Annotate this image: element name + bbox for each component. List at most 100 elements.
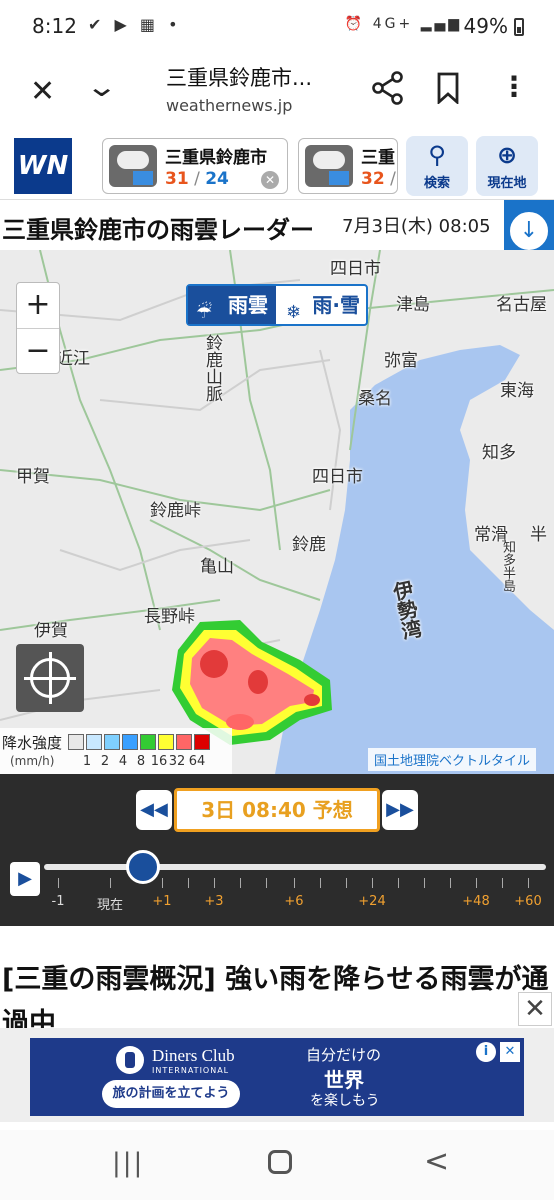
crosshair-icon: ⊕ [496, 141, 518, 169]
heading-text: 三重県鈴鹿市の雨雲レーダー [2, 216, 314, 244]
next-time-button[interactable]: ▶▶ [382, 790, 418, 830]
rain-layer-label: 雨雲 [228, 293, 268, 317]
timeline-label: +24 [358, 894, 386, 909]
timeline-tick [240, 878, 241, 888]
rain-snow-layer-button[interactable]: ❄ 雨·雪 [278, 286, 366, 324]
location-temp: 31 / 24 [165, 169, 229, 189]
zoom-out-button[interactable]: − [17, 329, 59, 375]
battery-level: 49% [463, 14, 508, 38]
location-name: 三重県鈴鹿市 [165, 148, 267, 168]
legend-value: 4 [118, 754, 128, 769]
timeline-tick [502, 878, 503, 888]
share-icon[interactable] [370, 70, 406, 106]
status-time: 8:12 [32, 14, 77, 38]
timeline-track[interactable] [44, 864, 546, 870]
location-card-suzuka[interactable]: 三重県鈴鹿市 31 / 24 ✕ [102, 138, 288, 194]
map-label: 鈴鹿峠 [150, 501, 201, 521]
bookmark-icon[interactable] [436, 72, 460, 104]
timeline-label: -1 [51, 894, 65, 909]
legend-value: 1 [82, 754, 92, 769]
ad-info-icon[interactable]: i [476, 1042, 496, 1062]
map-label: 半 [530, 525, 547, 545]
timeline-tick [110, 878, 111, 888]
search-icon: ⚲ [428, 141, 446, 169]
timeline-tick [294, 878, 295, 888]
timeline-tick [450, 878, 451, 888]
play-button[interactable]: ▶ [10, 862, 40, 896]
home-icon[interactable] [268, 1150, 292, 1174]
ad-cta-button[interactable]: 旅の計画を立てよう [102, 1080, 240, 1108]
rain-layer-button[interactable]: ☔ 雨雲 [188, 286, 276, 324]
ad-brand-sub: INTERNATIONAL [152, 1066, 230, 1075]
diners-logo-icon [116, 1046, 144, 1074]
map-label: 伊賀 [34, 621, 68, 641]
legend-title: 降水強度 [2, 734, 63, 752]
locate-button[interactable] [16, 644, 84, 712]
search-label: 検索 [423, 176, 450, 191]
rain-cloud-icon [109, 145, 157, 187]
battery-icon [514, 18, 524, 36]
layer-toggle: ☔ 雨雲 ❄ 雨·雪 [186, 284, 368, 326]
remove-location-icon[interactable]: ✕ [261, 171, 279, 189]
map-label: 弥富 [384, 351, 418, 371]
previous-time-button[interactable]: ◀◀ [136, 790, 172, 830]
map-label: 四日市 [330, 259, 381, 279]
map-label: 長野峠 [144, 607, 195, 627]
banner-ad[interactable]: Diners Club INTERNATIONAL 旅の計画を立てよう 自分だけ… [30, 1038, 524, 1116]
more-menu-icon[interactable]: ⋮ [500, 70, 528, 103]
timeline-label: +3 [204, 894, 224, 909]
zoom-in-button[interactable]: + [17, 283, 59, 329]
back-icon[interactable]: < [424, 1144, 449, 1179]
weathernews-logo[interactable]: WN [14, 138, 72, 194]
timeline-tick [424, 878, 425, 888]
close-icon[interactable]: ✕ [30, 74, 55, 109]
chevron-down-icon[interactable]: ⌄ [85, 70, 118, 103]
legend-swatch [122, 734, 138, 750]
ad-line3: を楽しもう [310, 1093, 380, 1109]
status-bar: 8:12 ✔ ▶ ▦ • ⏰ 4G+ ▂▄▆ 49% [0, 0, 554, 56]
temp-low: 24 [205, 169, 229, 189]
ad-line1: 自分だけの [306, 1046, 382, 1064]
temp-high: 31 [165, 169, 189, 189]
current-location-button[interactable]: ⊕ 現在地 [476, 136, 538, 196]
map-label: 鈴鹿山脈 [202, 334, 222, 402]
legend-swatch [104, 734, 120, 750]
map-label: 桑名 [358, 389, 392, 409]
legend-swatch [86, 734, 102, 750]
timeline-tick [188, 878, 189, 888]
site-header: WN 三重県鈴鹿市 31 / 24 ✕ 三重 32 / ⚲ 検索 ⊕ 現在地 [0, 132, 554, 200]
location-name: 三重 [361, 148, 395, 168]
map-label: 知多半島 [500, 540, 515, 592]
article-preview[interactable]: [三重の雨雲概況] 強い雨を降らせる雨雲が通過中 [0, 950, 554, 1039]
search-button[interactable]: ⚲ 検索 [406, 136, 468, 196]
timeline-tick [372, 878, 373, 888]
legend-value: 8 [136, 754, 146, 769]
arrow-down-icon: ↓ [510, 212, 548, 250]
legend-value: 16 [150, 754, 168, 769]
rain-cloud-icon [305, 145, 353, 187]
browser-toolbar: ✕ ⌄ 三重県鈴鹿市... weathernews.jp ⋮ [0, 56, 554, 128]
timeline-tick [58, 878, 59, 888]
temp-high: 32 [361, 169, 385, 189]
timeline-tick [346, 878, 347, 888]
timeline-tick [398, 878, 399, 888]
map-label: 知多 [482, 443, 516, 463]
recents-icon[interactable]: ||| [112, 1148, 144, 1178]
ad-close-icon[interactable]: ✕ [500, 1042, 520, 1062]
notification-icons: ✔ ▶ ▦ • [88, 15, 182, 34]
map-credit[interactable]: 国土地理院ベクトルタイル [368, 748, 537, 771]
timeline-tick [320, 878, 321, 888]
map-label: 東海 [500, 381, 534, 401]
location-card-second[interactable]: 三重 32 / [298, 138, 398, 194]
ad-brand: Diners Club [152, 1046, 235, 1065]
current-time-display: 3日 08:40 予想 [174, 788, 380, 832]
location-temp: 32 / [361, 169, 396, 189]
page-url: weathernews.jp [166, 96, 293, 115]
timeline-label: +6 [284, 894, 304, 909]
timeline-panel: ◀◀ 3日 08:40 予想 ▶▶ ▶ -1 現在 +1 +3 +6 +24 +… [0, 774, 554, 926]
close-ad-icon[interactable]: ✕ [518, 992, 552, 1026]
map-label: 近江 [56, 349, 90, 369]
ad-line2: 世界 [324, 1068, 364, 1092]
map-label: 名古屋 [496, 295, 547, 315]
timeline-thumb[interactable] [126, 850, 160, 884]
